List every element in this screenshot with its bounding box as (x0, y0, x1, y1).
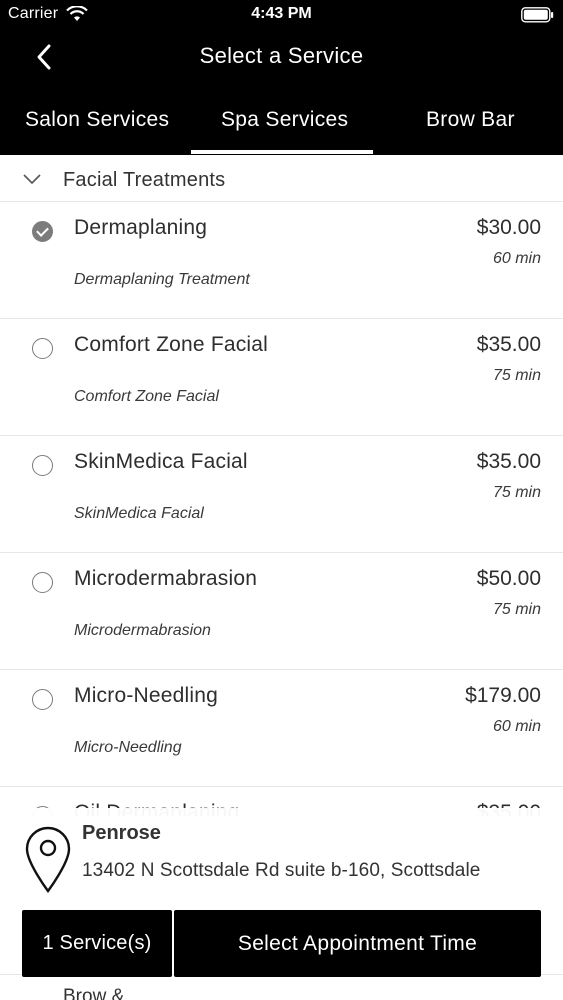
service-row[interactable]: Microdermabrasion $50.00 75 min Microder… (0, 553, 563, 670)
select-appointment-time-button[interactable]: Select Appointment Time (174, 910, 541, 977)
radio-unchecked-icon[interactable] (32, 338, 53, 359)
section-header-facial-treatments[interactable]: Facial Treatments (0, 155, 563, 202)
tab-brow-bar[interactable]: Brow Bar (426, 108, 515, 132)
service-tabs: Salon Services Spa Services Brow Bar (0, 100, 563, 155)
chevron-down-icon (23, 174, 41, 185)
service-name: Microdermabrasion (74, 567, 258, 590)
page-title: Select a Service (199, 43, 364, 68)
service-row[interactable]: Comfort Zone Facial $35.00 75 min Comfor… (0, 319, 563, 436)
clock: 4:43 PM (251, 5, 312, 22)
next-section-title: Brow & (63, 986, 125, 1000)
radio-unchecked-icon[interactable] (32, 689, 53, 710)
service-name: SkinMedica Facial (74, 450, 248, 473)
service-name: Comfort Zone Facial (74, 333, 269, 356)
tab-spa-services[interactable]: Spa Services (221, 108, 348, 132)
service-duration: 60 min (492, 718, 541, 735)
service-duration: 75 min (492, 601, 541, 618)
radio-unchecked-icon[interactable] (32, 455, 53, 476)
location-name: Penrose (82, 822, 161, 844)
service-price: $35.00 (476, 450, 541, 473)
service-list: Dermaplaning $30.00 60 min Dermaplaning … (0, 202, 563, 817)
radio-checked-icon[interactable] (32, 221, 53, 242)
service-name: Micro-Needling (74, 684, 219, 707)
battery-icon (521, 7, 554, 23)
tab-salon-services[interactable]: Salon Services (25, 108, 169, 132)
service-description: Microdermabrasion (74, 622, 211, 639)
service-price: $35.00 (476, 333, 541, 356)
status-bar: Carrier 4:43 PM (0, 0, 563, 30)
active-tab-indicator (191, 150, 373, 154)
service-row[interactable]: Dermaplaning $30.00 60 min Dermaplaning … (0, 202, 563, 319)
service-description: Comfort Zone Facial (74, 388, 219, 405)
service-row[interactable]: SkinMedica Facial $35.00 75 min SkinMedi… (0, 436, 563, 553)
service-row[interactable]: Micro-Needling $179.00 60 min Micro-Need… (0, 670, 563, 787)
service-description: SkinMedica Facial (74, 505, 204, 522)
service-price: $30.00 (476, 216, 541, 239)
service-duration: 60 min (492, 250, 541, 267)
radio-unchecked-icon[interactable] (32, 572, 53, 593)
section-title: Facial Treatments (63, 169, 226, 191)
service-price: $50.00 (476, 567, 541, 590)
service-price: $179.00 (465, 684, 541, 707)
location-address: 13402 N Scottsdale Rd suite b-160, Scott… (82, 860, 481, 881)
selected-services-button[interactable]: 1 Service(s) (22, 910, 172, 977)
service-description: Dermaplaning Treatment (74, 271, 250, 288)
service-duration: 75 min (492, 484, 541, 501)
service-duration: 75 min (492, 367, 541, 384)
location-pin-icon (25, 826, 71, 893)
location-panel[interactable]: Penrose 13402 N Scottsdale Rd suite b-16… (0, 808, 563, 910)
service-name: Dermaplaning (74, 216, 208, 239)
service-description: Micro-Needling (74, 739, 182, 756)
top-bar: Carrier 4:43 PM Select a Service Salon S… (0, 0, 563, 155)
